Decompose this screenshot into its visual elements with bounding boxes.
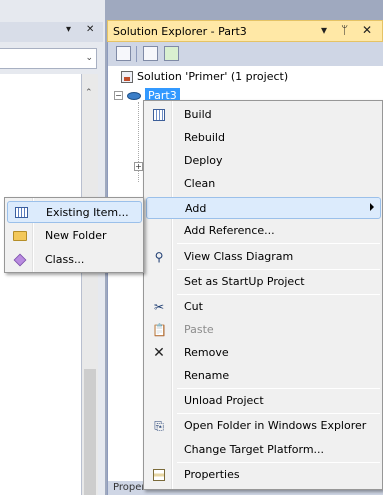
menu-item-set-startup[interactable]: Set as StartUp Project: [146, 271, 381, 293]
menu-item-label: Open Folder in Windows Explorer: [184, 419, 367, 432]
properties-icon: [152, 468, 166, 482]
submenu-arrow-icon: [370, 203, 374, 211]
solution-explorer-toolbar: [107, 42, 383, 66]
menu-item-label: Cut: [184, 300, 203, 313]
menu-item-open-folder[interactable]: ⎘ Open Folder in Windows Explorer: [146, 415, 381, 437]
menu-separator: [177, 294, 380, 295]
refresh-icon[interactable]: [164, 46, 179, 61]
menu-item-deploy[interactable]: Deploy: [146, 150, 381, 172]
tree-item-solution[interactable]: Solution 'Primer' (1 project): [121, 70, 288, 83]
menu-item-add-reference[interactable]: Add Reference...: [146, 220, 381, 242]
menu-item-label: Add Reference...: [184, 224, 275, 237]
menu-item-clean[interactable]: Clean: [146, 173, 381, 195]
pin-icon[interactable]: ᛘ: [341, 23, 348, 37]
left-pane-dropdown[interactable]: ⌄: [0, 48, 97, 69]
menu-item-label: View Class Diagram: [184, 250, 294, 263]
menu-item-add[interactable]: Add: [146, 197, 381, 219]
menu-item-label: Set as StartUp Project: [184, 275, 305, 288]
left-pane-body: [0, 74, 82, 495]
build-icon: [152, 108, 166, 122]
project-context-menu: Build Rebuild Deploy Clean Add Add Refer…: [143, 100, 383, 490]
menu-item-properties[interactable]: Properties: [146, 464, 381, 486]
chevron-down-icon[interactable]: ▾: [66, 24, 71, 35]
menu-item-change-target-platform[interactable]: Change Target Platform...: [146, 439, 381, 461]
menu-item-build[interactable]: Build: [146, 104, 381, 126]
solution-label: Solution 'Primer' (1 project): [137, 70, 289, 83]
solution-icon: [121, 70, 133, 83]
menu-item-label: Rename: [184, 369, 230, 382]
menu-item-unload-project[interactable]: Unload Project: [146, 390, 381, 412]
expand-icon[interactable]: +: [134, 162, 143, 171]
menu-item-remove[interactable]: ✕ Remove: [146, 342, 381, 364]
menu-item-label: Clean: [184, 177, 216, 190]
menu-item-paste[interactable]: 📋 Paste: [146, 319, 381, 341]
submenu-item-existing-item[interactable]: Existing Item...: [7, 201, 142, 223]
menu-item-label: Add: [185, 202, 207, 215]
solution-explorer-title: Solution Explorer - Part3: [113, 25, 247, 38]
menu-item-label: Change Target Platform...: [184, 443, 325, 456]
submenu-item-new-folder[interactable]: New Folder: [7, 225, 142, 247]
class-icon: [13, 253, 27, 267]
existing-item-icon: [14, 206, 28, 220]
menu-item-label: Paste: [184, 323, 214, 336]
menu-item-label: Existing Item...: [46, 206, 129, 219]
properties-toolbar-icon[interactable]: [116, 46, 131, 61]
menu-item-label: Class...: [45, 253, 85, 266]
menu-item-label: Properties: [184, 468, 240, 481]
solution-explorer-titlebar: Solution Explorer - Part3 ▾ ᛘ ✕: [107, 20, 383, 42]
class-diagram-icon: ⚲: [154, 250, 164, 264]
show-all-files-icon[interactable]: [143, 46, 158, 61]
vertical-scrollbar[interactable]: ⌃: [82, 74, 98, 495]
project-icon: [127, 91, 141, 100]
menu-item-view-class-diagram[interactable]: ⚲ View Class Diagram: [146, 246, 381, 268]
remove-icon: ✕: [153, 345, 165, 361]
scissors-icon: ✂: [153, 300, 165, 314]
open-folder-icon: ⎘: [154, 419, 164, 433]
menu-item-rebuild[interactable]: Rebuild: [146, 127, 381, 149]
new-folder-icon: [13, 229, 27, 243]
menu-item-label: Unload Project: [184, 394, 264, 407]
menu-separator: [177, 413, 380, 414]
submenu-item-class[interactable]: Class...: [7, 249, 142, 271]
chevron-down-icon[interactable]: ▾: [321, 23, 327, 37]
close-icon[interactable]: ✕: [86, 24, 94, 35]
add-submenu: Existing Item... New Folder Class...: [4, 197, 144, 273]
menu-separator: [177, 388, 380, 389]
dropdown-arrow-icon[interactable]: ⌄: [85, 53, 93, 63]
collapse-icon[interactable]: −: [114, 91, 123, 100]
menu-separator: [177, 243, 380, 244]
menu-item-label: Rebuild: [184, 131, 225, 144]
scrollbar-track[interactable]: [84, 369, 96, 495]
menu-separator: [177, 462, 380, 463]
close-icon[interactable]: ✕: [362, 23, 372, 37]
menu-item-label: Deploy: [184, 154, 223, 167]
scroll-up-icon[interactable]: ⌃: [85, 88, 93, 98]
menu-item-cut[interactable]: ✂ Cut: [146, 296, 381, 318]
menu-item-label: Remove: [184, 346, 229, 359]
menu-item-label: New Folder: [45, 229, 107, 242]
menu-item-label: Build: [184, 108, 212, 121]
toolbar-separator: [136, 46, 137, 62]
menu-item-rename[interactable]: Rename: [146, 365, 381, 387]
paste-icon: 📋: [152, 323, 167, 337]
menu-separator: [177, 269, 380, 270]
